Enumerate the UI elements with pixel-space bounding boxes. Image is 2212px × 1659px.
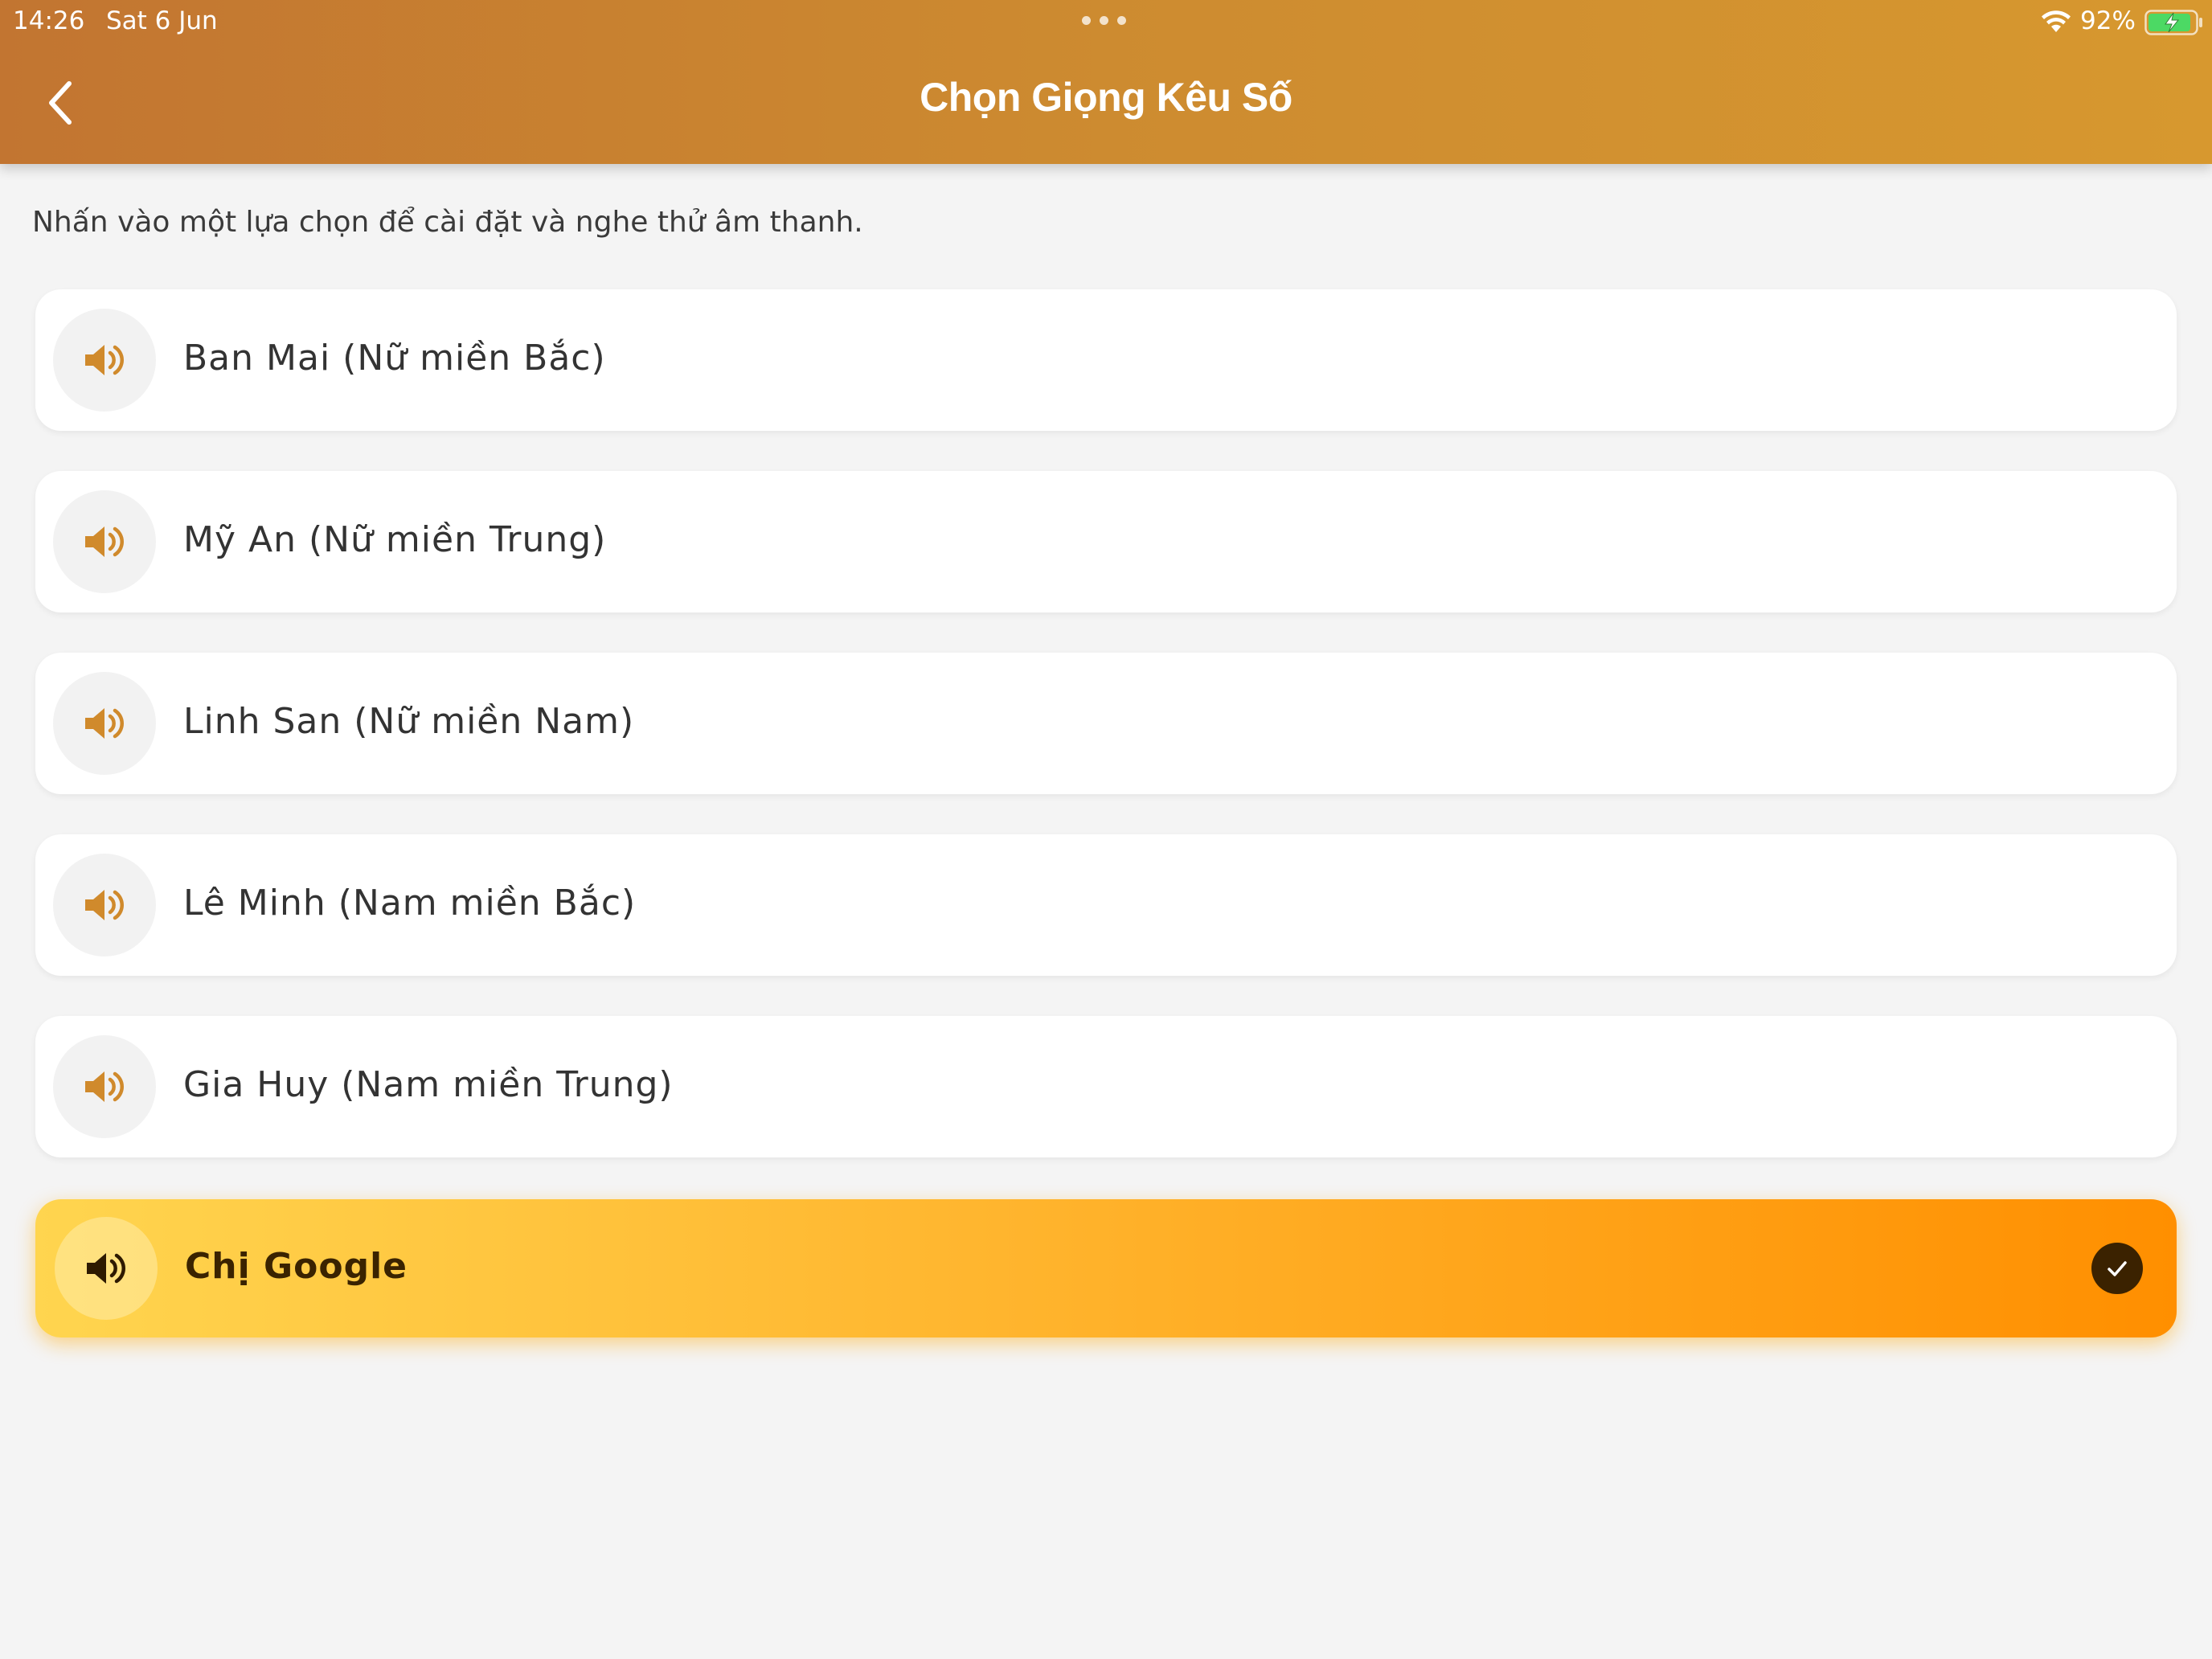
speaker-icon-button[interactable] — [53, 854, 156, 956]
selected-badge — [2091, 1243, 2143, 1294]
status-bar: 14:26 Sat 6 Jun 92% — [0, 0, 2212, 42]
voice-label: Mỹ An (Nữ miền Trung) — [183, 519, 607, 560]
app-header: 14:26 Sat 6 Jun 92% Chọn Giọng Kêu Số — [0, 0, 2212, 164]
speaker-icon — [85, 1071, 124, 1102]
voice-option-chi-google[interactable]: Chị Google — [35, 1199, 2177, 1337]
voice-label: Chị Google — [185, 1246, 408, 1287]
speaker-icon-button[interactable] — [53, 1035, 156, 1138]
voice-option-le-minh[interactable]: Lê Minh (Nam miền Bắc) — [35, 834, 2177, 976]
status-time: 14:26 — [13, 6, 85, 35]
speaker-icon — [85, 345, 124, 375]
instruction-text: Nhấn vào một lựa chọn để cài đặt và nghe… — [32, 206, 863, 239]
status-date: Sat 6 Jun — [106, 6, 218, 35]
speaker-icon — [85, 890, 124, 920]
voice-option-ban-mai[interactable]: Ban Mai (Nữ miền Bắc) — [35, 289, 2177, 431]
wifi-icon — [2042, 10, 2071, 32]
battery-percent: 92% — [2080, 6, 2136, 35]
multitask-dots-icon[interactable] — [1082, 16, 1130, 26]
voice-label: Lê Minh (Nam miền Bắc) — [183, 883, 637, 924]
voice-option-linh-san[interactable]: Linh San (Nữ miền Nam) — [35, 653, 2177, 794]
voice-option-gia-huy[interactable]: Gia Huy (Nam miền Trung) — [35, 1016, 2177, 1157]
checkmark-icon — [2108, 1261, 2127, 1276]
battery-charging-icon — [2144, 10, 2202, 35]
page-title: Chọn Giọng Kêu Số — [920, 75, 1292, 120]
speaker-icon — [85, 526, 124, 557]
speaker-icon — [87, 1253, 125, 1284]
voice-label: Ban Mai (Nữ miền Bắc) — [183, 338, 606, 379]
speaker-icon-button[interactable] — [53, 309, 156, 412]
speaker-icon-button[interactable] — [53, 490, 156, 593]
voice-option-my-an[interactable]: Mỹ An (Nữ miền Trung) — [35, 471, 2177, 612]
voice-label: Gia Huy (Nam miền Trung) — [183, 1064, 674, 1105]
speaker-icon-button[interactable] — [53, 672, 156, 775]
speaker-icon — [85, 708, 124, 739]
speaker-icon-button[interactable] — [55, 1217, 158, 1320]
voice-label: Linh San (Nữ miền Nam) — [183, 701, 635, 742]
